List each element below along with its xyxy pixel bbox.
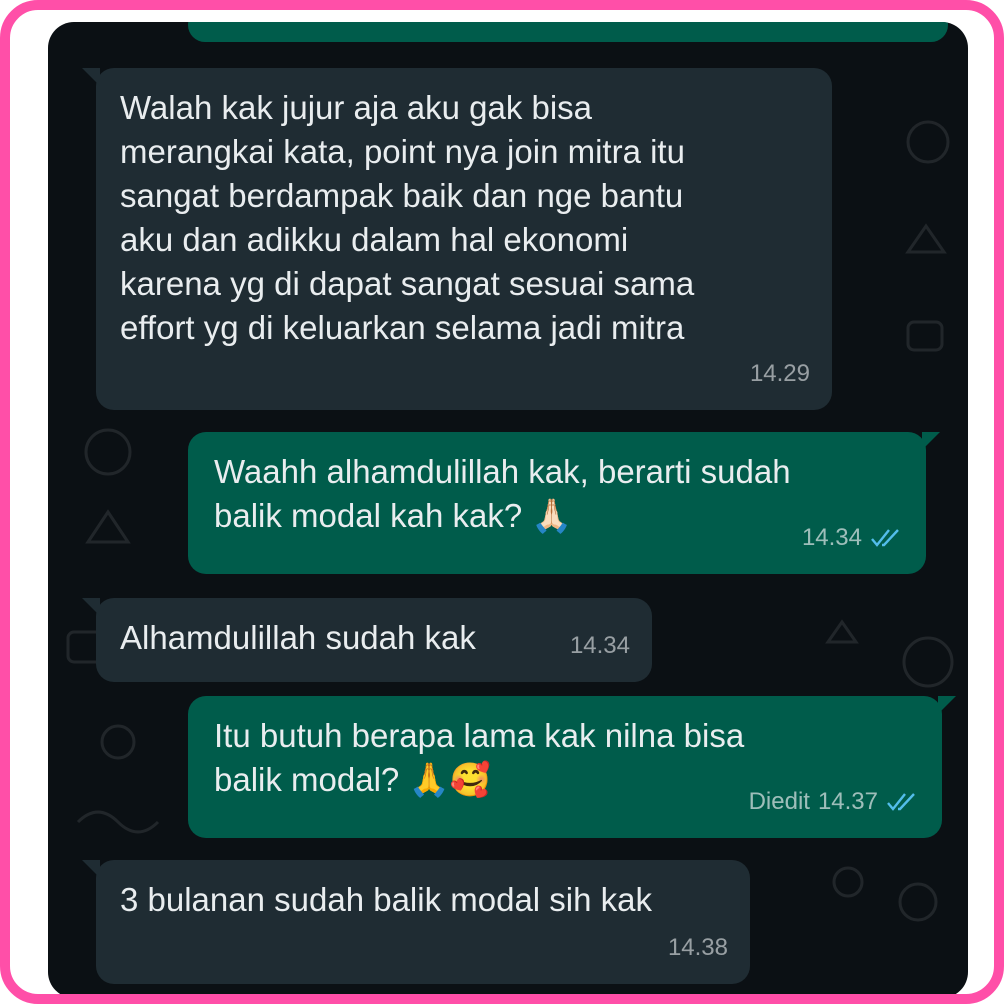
message-time: 14.38 — [667, 934, 728, 961]
message-bubble-incoming[interactable]: Alhamdulillah sudah kak 14.34 — [82, 598, 652, 682]
bubble-tail — [938, 696, 956, 714]
message-bubble-incoming[interactable]: Walah kak jujur aja aku gak bisa merangk… — [82, 68, 832, 410]
folded-hands-emoji: 🙏🏻 — [531, 496, 573, 535]
bubble-tail — [82, 860, 100, 878]
message-time: 14.37 — [817, 788, 878, 815]
message-time: 14.34 — [801, 524, 862, 551]
message-meta: 14.38 — [668, 926, 728, 970]
double-check-read-icon — [887, 793, 915, 811]
bubble-tail — [82, 598, 100, 616]
message-bubble-outgoing-partial[interactable] — [188, 22, 948, 42]
chat-conversation[interactable]: Walah kak jujur aja aku gak bisa merangk… — [48, 22, 968, 994]
message-text: Walah kak jujur aja aku gak bisa merangk… — [120, 89, 695, 346]
message-time: 14.34 — [569, 632, 630, 659]
double-check-read-icon — [871, 529, 899, 547]
message-bubble-outgoing[interactable]: Itu butuh berapa lama kak nilna bisa bal… — [188, 696, 956, 838]
bubble-tail — [922, 432, 940, 450]
message-meta: 14.29 — [750, 352, 810, 396]
screenshot-frame: Walah kak jujur aja aku gak bisa merangk… — [0, 0, 1004, 1004]
message-time: 14.29 — [749, 360, 810, 387]
message-text: Waahh alhamdulillah kak, berarti sudah b… — [214, 453, 791, 535]
message-text: Alhamdulillah sudah kak — [120, 619, 476, 656]
bubble-tail — [82, 68, 100, 86]
folded-hands-smiling-hearts-emoji: 🙏🥰 — [408, 760, 491, 799]
message-text: 3 bulanan sudah balik modal sih kak — [120, 881, 653, 918]
message-meta: 14.34 — [802, 516, 904, 560]
message-bubble-incoming[interactable]: 3 bulanan sudah balik modal sih kak 14.3… — [82, 860, 750, 984]
edited-label: Diedit — [748, 788, 810, 815]
message-meta: 14.34 — [570, 624, 630, 668]
message-bubble-outgoing[interactable]: Waahh alhamdulillah kak, berarti sudah b… — [188, 432, 940, 574]
message-meta: Diedit 14.37 — [749, 780, 920, 824]
